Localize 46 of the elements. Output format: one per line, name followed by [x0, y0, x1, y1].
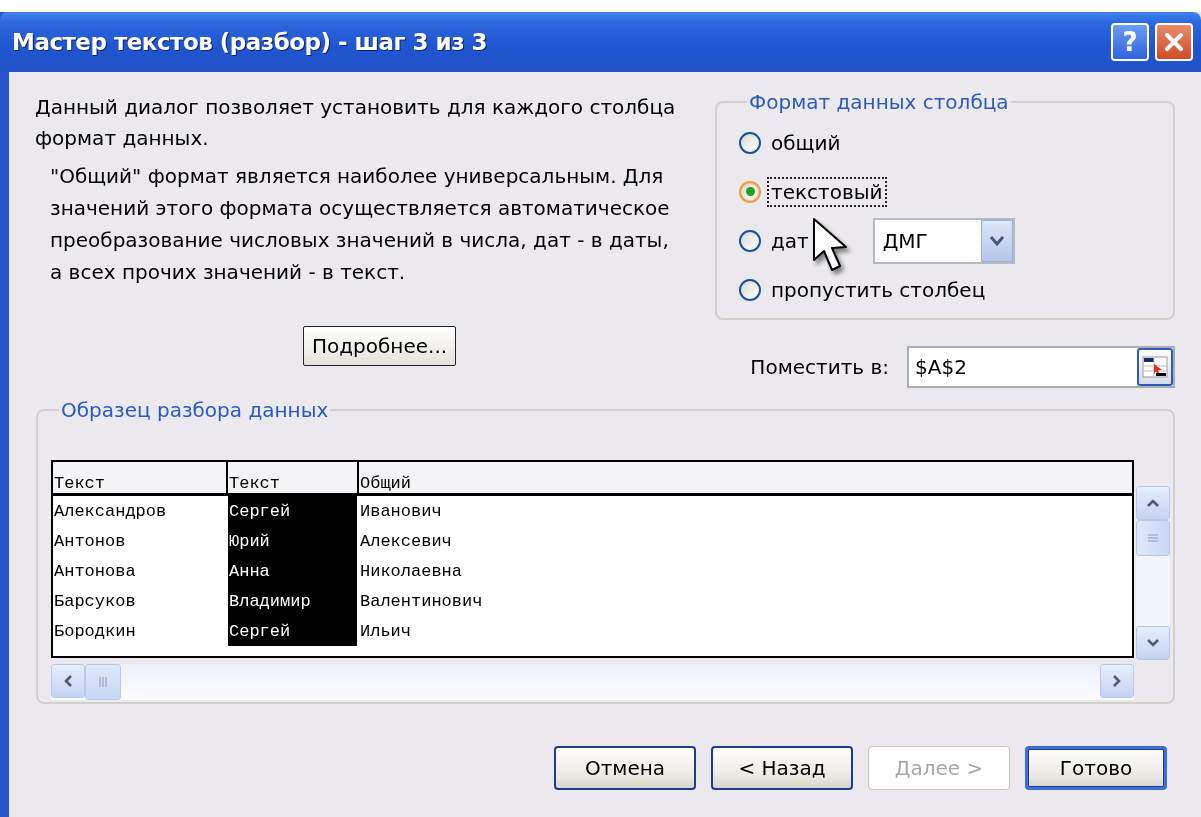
window-title: Мастер текстов (разбор) - шаг 3 из 3 — [12, 29, 488, 55]
table-cell: Сергей — [228, 616, 359, 646]
description-text: Данный диалог позволяет установить для каждого столбца формат данных. — [35, 94, 677, 152]
column-header[interactable]: Текст — [53, 462, 228, 493]
grip-icon — [1148, 533, 1158, 543]
table-cell: Юрий — [228, 526, 359, 556]
radio-label[interactable]: дат — [767, 225, 813, 256]
radio-button[interactable] — [739, 180, 761, 203]
horizontal-scrollbar[interactable] — [51, 664, 1134, 700]
date-format-dropdown[interactable]: ДМГ — [872, 217, 1015, 264]
scroll-left-icon — [63, 674, 73, 688]
group-title: Образец разбора данных — [60, 398, 330, 422]
column-header[interactable]: Текст — [228, 462, 359, 493]
wizard-button[interactable]: Отмена — [554, 746, 696, 790]
table-cell-text: Валентинович — [359, 590, 484, 613]
table-cell-text: Николаевна — [359, 560, 464, 583]
destination-field[interactable]: $A$2 — [907, 346, 1175, 388]
range-picker-button[interactable] — [1137, 348, 1173, 386]
radio-label[interactable]: общий — [767, 127, 845, 158]
table-cell: Анна — [228, 556, 359, 586]
table-cell: Владимир — [228, 586, 359, 616]
wizard-button[interactable]: < Назад — [711, 746, 853, 790]
grip-icon — [98, 677, 108, 687]
table-cell-text: Ильич — [359, 620, 412, 643]
radio-button[interactable] — [739, 229, 761, 252]
radio-button[interactable] — [739, 278, 761, 301]
column-header[interactable]: Общий — [359, 462, 1132, 493]
scroll-up-icon — [1146, 498, 1160, 508]
radio-label[interactable]: пропустить столбец — [767, 274, 990, 305]
table-cell-text: Иванович — [359, 500, 443, 523]
close-button[interactable] — [1155, 23, 1193, 61]
details-button[interactable]: Подробнее... — [303, 326, 457, 366]
close-icon — [1164, 32, 1184, 52]
table-cell: Сергей — [228, 496, 359, 526]
vertical-scrollbar[interactable] — [1136, 486, 1170, 660]
note-text: "Общий" формат является наиболее универсальным. Для значений этого формата осуществляется автоматическое преобразование числовых значений в числа, дат - в даты, а всех прочих значений - в текст. — [50, 163, 671, 286]
scroll-down-icon — [1146, 638, 1160, 648]
table-cell-text: Алексевич — [359, 530, 453, 553]
destination-label: Поместить в: — [750, 355, 889, 379]
chevron-down-icon — [988, 234, 1005, 247]
range-select-icon — [1142, 356, 1168, 378]
scroll-right-icon — [1112, 674, 1122, 688]
radio-label[interactable]: текстовый — [767, 176, 887, 207]
radio-button[interactable] — [739, 131, 761, 154]
wizard-button[interactable]: Готово — [1025, 746, 1167, 790]
group-title: Формат данных столбца — [748, 90, 1010, 114]
